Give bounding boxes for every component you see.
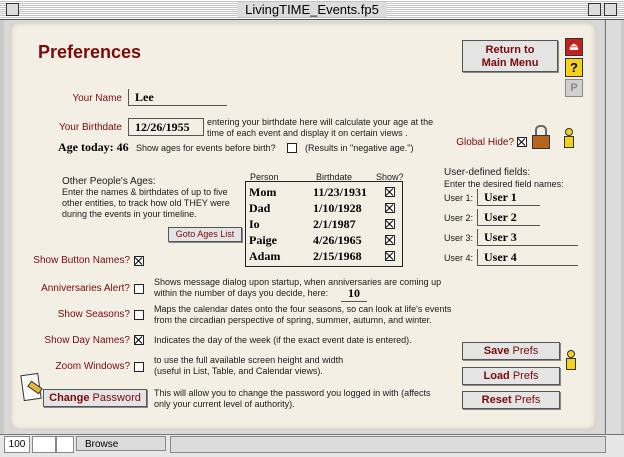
zoom-windows-note: to use the full available screen height … (154, 355, 344, 376)
page-title: Preferences (38, 42, 142, 62)
user2-label: User 2: (444, 213, 474, 223)
reset-prefs-button[interactable]: Reset Prefs (462, 391, 560, 409)
negative-age-note: (Results in "negative age.") (305, 143, 414, 153)
ages-person-paige[interactable]: Paige (249, 233, 277, 248)
goto-ages-list-button[interactable]: Goto Ages List (168, 227, 242, 242)
ages-birthdate-io[interactable]: 2/1/1987 (313, 217, 356, 232)
other-ages-desc: Enter the names & birthdates of up to fi… (62, 187, 230, 219)
close-box-icon[interactable] (6, 3, 19, 16)
user1-field[interactable]: User 1 (477, 189, 540, 206)
ages-show-checkbox-adam[interactable] (385, 251, 395, 261)
show-seasons-label: Show Seasons? (57, 309, 130, 320)
ages-person-adam[interactable]: Adam (249, 249, 280, 264)
ages-person-mom[interactable]: Mom (249, 185, 276, 200)
reset-prefs-label-b: Prefs (514, 394, 541, 406)
change-password-note: This will allow you to change the passwo… (154, 388, 431, 409)
birthdate-note: entering your birthdate here will calcul… (207, 117, 434, 138)
ages-person-dad[interactable]: Dad (249, 201, 270, 216)
birthdate-label: Your Birthdate (58, 122, 122, 133)
anniversaries-alert-checkbox[interactable] (134, 284, 144, 294)
horizontal-scrollbar[interactable] (170, 436, 606, 453)
vertical-scrollbar[interactable] (605, 20, 621, 435)
show-button-names-checkbox[interactable] (134, 256, 144, 266)
other-ages-title: Other People's Ages: (62, 176, 156, 187)
show-day-names-label: Show Day Names? (44, 335, 130, 346)
zoom-level[interactable]: 100 (4, 436, 30, 453)
user1-label: User 1: (444, 193, 474, 203)
user3-label: User 3: (444, 233, 474, 243)
anniversaries-alert-label: Anniversaries Alert? (41, 283, 130, 294)
exit-icon[interactable]: ⏏ (565, 38, 583, 56)
ages-birthdate-paige[interactable]: 4/26/1965 (313, 233, 362, 248)
ages-birthdate-mom[interactable]: 11/23/1931 (313, 185, 367, 200)
your-name-label: Your Name (72, 93, 122, 104)
global-hide-label: Global Hide? (456, 137, 514, 148)
user3-field[interactable]: User 3 (477, 229, 578, 246)
user4-field[interactable]: User 4 (477, 249, 578, 266)
filemaker-icon[interactable]: P (565, 79, 583, 97)
password-note-icon (20, 372, 43, 402)
prefs-info-icon[interactable] (564, 350, 576, 370)
mode-indicator[interactable]: Browse (76, 436, 166, 451)
return-main-menu-button[interactable]: Return to Main Menu (462, 40, 558, 72)
show-ages-before-birth-checkbox[interactable] (287, 143, 297, 153)
your-name-field[interactable]: Lee (128, 89, 227, 106)
birthdate-field[interactable]: 12/26/1955 (128, 118, 204, 136)
show-ages-before-birth-label: Show ages for events before birth? (136, 143, 276, 153)
reset-prefs-label-a: Reset (481, 394, 512, 406)
show-day-names-checkbox[interactable] (134, 335, 144, 345)
load-prefs-label-b: Prefs (512, 370, 539, 382)
lock-icon[interactable] (532, 125, 550, 149)
load-prefs-label-a: Load (483, 370, 510, 382)
zoom-windows-checkbox[interactable] (134, 362, 144, 372)
help-icon[interactable]: ? (565, 58, 583, 77)
user4-label: User 4: (444, 253, 474, 263)
zoom-box-icon[interactable] (588, 3, 601, 16)
ages-show-checkbox-dad[interactable] (385, 203, 395, 213)
save-prefs-label-b: Prefs (512, 345, 539, 357)
window-title: LivingTIME_Events.fp5 (0, 0, 624, 19)
anniversary-days-field[interactable]: 10 (341, 286, 367, 302)
collapse-box-icon[interactable] (604, 3, 617, 16)
status-toggle-icon[interactable] (56, 436, 74, 453)
zoom-controls-icon[interactable] (32, 436, 56, 453)
load-prefs-button[interactable]: Load Prefs (462, 367, 560, 385)
change-password-label-a: Change (49, 392, 90, 404)
save-prefs-button[interactable]: Save Prefs (462, 342, 560, 360)
save-prefs-label-a: Save (483, 345, 510, 357)
show-seasons-checkbox[interactable] (134, 310, 144, 320)
ages-show-checkbox-io[interactable] (385, 219, 395, 229)
ages-birthdate-dad[interactable]: 1/10/1928 (313, 201, 362, 216)
user-fields-title: User-defined fields: (444, 167, 531, 178)
change-password-button[interactable]: Change Password (43, 389, 147, 407)
user2-field[interactable]: User 2 (477, 209, 540, 226)
ages-show-checkbox-paige[interactable] (385, 235, 395, 245)
anniversaries-note: Shows message dialog upon startup, when … (154, 277, 442, 298)
ages-birthdate-adam[interactable]: 2/15/1968 (313, 249, 362, 264)
global-hide-checkbox[interactable] (517, 137, 527, 147)
show-button-names-label: Show Button Names? (33, 255, 130, 266)
age-today: Age today: 46 (58, 140, 129, 154)
change-password-label-b: Password (92, 392, 141, 404)
ages-show-checkbox-mom[interactable] (385, 187, 395, 197)
ages-person-io[interactable]: Io (249, 217, 260, 232)
info-icon[interactable] (562, 128, 574, 148)
zoom-windows-label: Zoom Windows? (55, 361, 130, 372)
show-day-names-note: Indicates the day of the week (if the ex… (154, 335, 412, 345)
show-seasons-note: Maps the calendar dates onto the four se… (154, 304, 452, 325)
